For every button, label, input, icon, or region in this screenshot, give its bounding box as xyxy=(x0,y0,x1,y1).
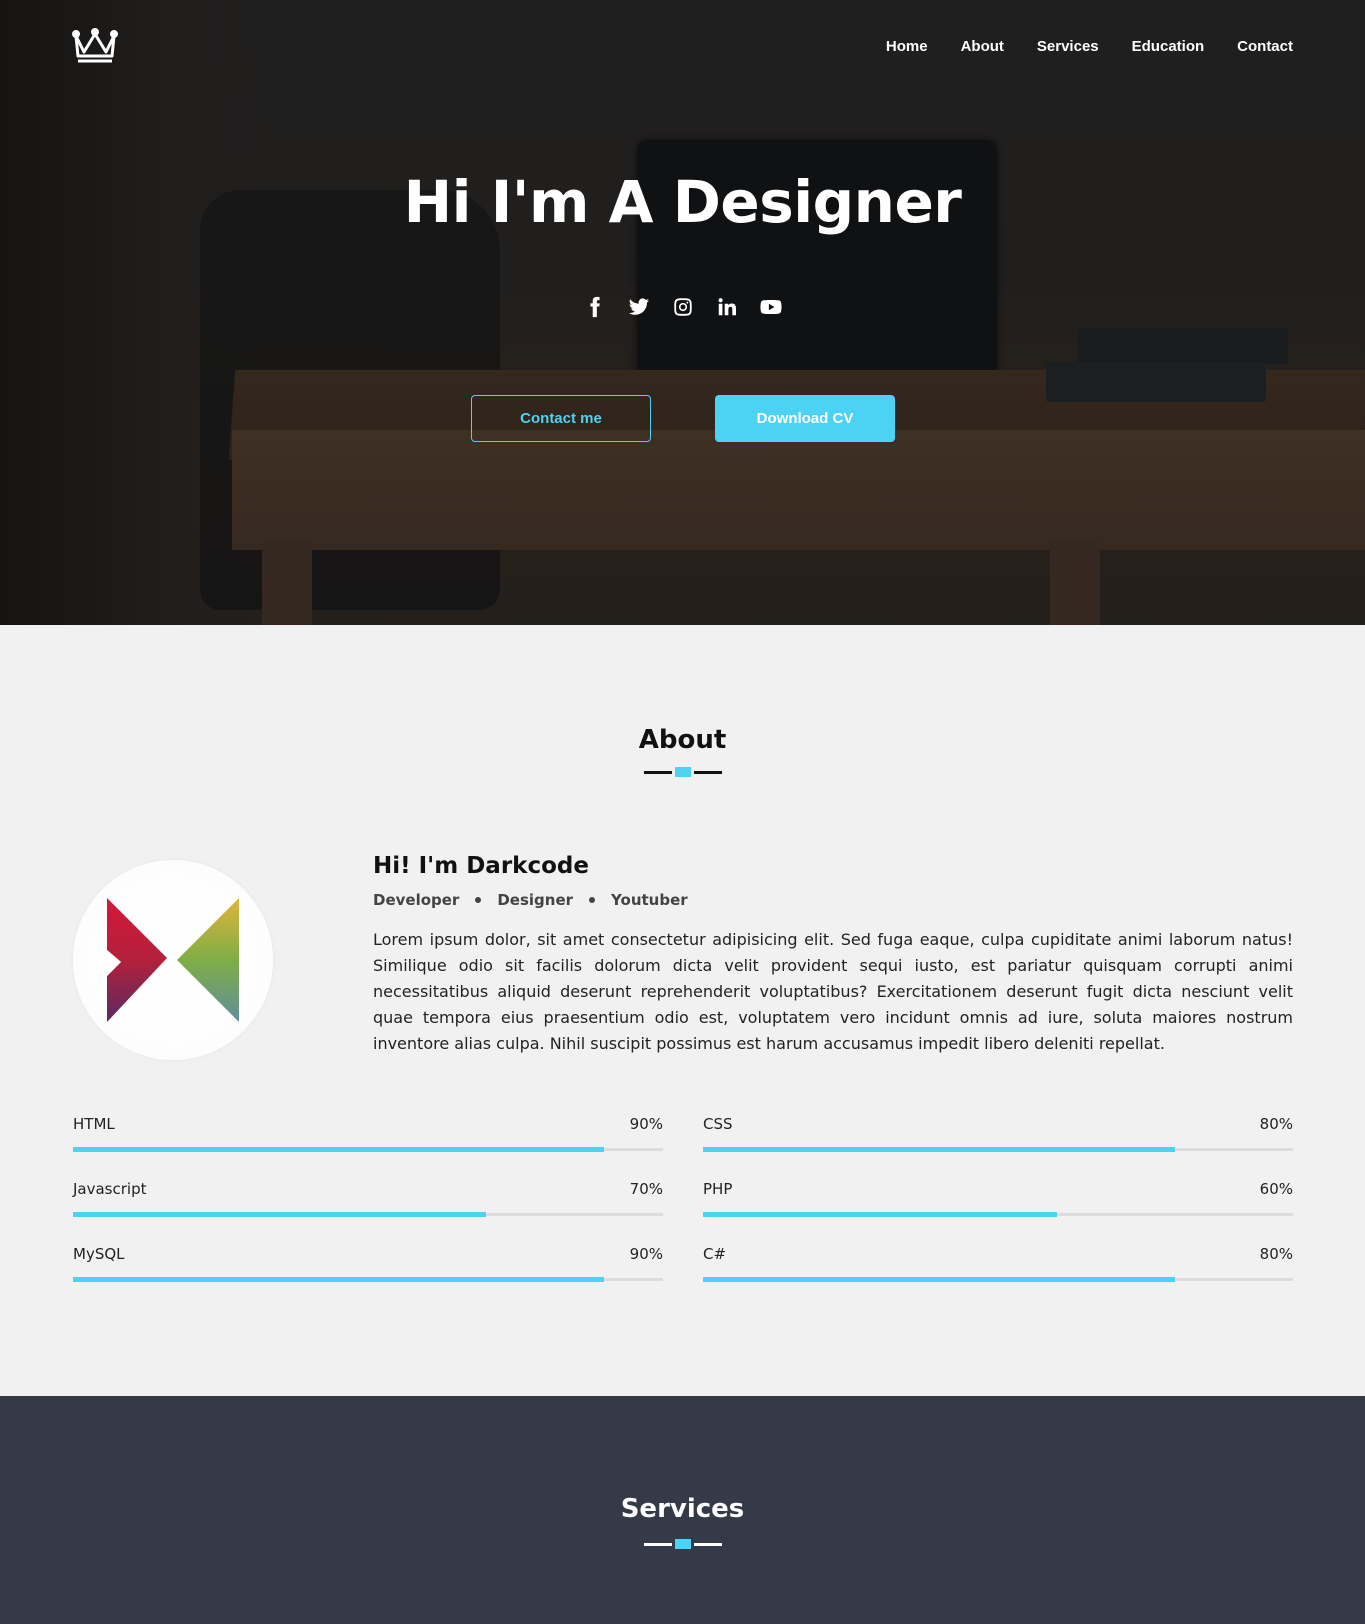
instagram-icon[interactable] xyxy=(672,296,694,318)
skill-percent: 60% xyxy=(1259,1180,1293,1198)
skill-progress-fill xyxy=(73,1212,486,1217)
about-bio: Hi! I'm Darkcode Developer Designer Yout… xyxy=(373,853,1293,1057)
skill-progress-fill xyxy=(703,1277,1175,1282)
avatar xyxy=(73,860,273,1060)
top-navbar: Home About Services Education Contact xyxy=(0,0,1365,95)
divider-accent xyxy=(674,767,691,777)
role-label: Designer xyxy=(497,891,574,909)
skill-progress-fill xyxy=(703,1212,1057,1217)
skill-item: PHP 60% xyxy=(703,1180,1293,1245)
role-separator xyxy=(589,897,596,903)
skill-progress-track xyxy=(703,1147,1293,1152)
skill-progress-track xyxy=(73,1147,663,1152)
crown-icon[interactable] xyxy=(72,28,118,64)
role-label: Youtuber xyxy=(611,891,688,909)
skill-progress-track xyxy=(73,1212,663,1217)
hero-section: Home About Services Education Contact Hi… xyxy=(0,0,1365,625)
nav-item-contact[interactable]: Contact xyxy=(1237,38,1293,55)
divider-line xyxy=(643,770,672,774)
youtube-icon[interactable] xyxy=(759,296,782,318)
role-label: Developer xyxy=(373,891,460,909)
about-roles: Developer Designer Youtuber xyxy=(373,891,1293,909)
twitter-icon[interactable] xyxy=(628,296,650,318)
skill-percent: 70% xyxy=(629,1180,663,1198)
skill-percent: 90% xyxy=(629,1245,663,1263)
skill-item: CSS 80% xyxy=(703,1115,1293,1180)
skill-item: Javascript 70% xyxy=(73,1180,663,1245)
skills-grid: HTML 90% CSS 80% Javascript 70% PHP 60% … xyxy=(73,1115,1293,1310)
services-title: Services xyxy=(620,1494,745,1524)
skill-name: CSS xyxy=(703,1115,733,1133)
divider-accent xyxy=(674,1539,691,1549)
about-name: Hi! I'm Darkcode xyxy=(373,853,589,879)
role-separator xyxy=(475,897,482,903)
facebook-icon[interactable] xyxy=(584,296,606,318)
nav-item-home[interactable]: Home xyxy=(886,38,928,55)
skill-item: HTML 90% xyxy=(73,1115,663,1180)
nav-item-about[interactable]: About xyxy=(961,38,1004,55)
divider-line xyxy=(643,1542,672,1546)
skill-name: HTML xyxy=(73,1115,115,1133)
hero-title: Hi I'm A Designer xyxy=(403,168,962,236)
about-title-divider xyxy=(0,767,1365,777)
divider-line xyxy=(693,770,722,774)
nav-item-services[interactable]: Services xyxy=(1037,38,1099,55)
skill-percent: 80% xyxy=(1259,1245,1293,1263)
divider-line xyxy=(693,1542,722,1546)
skill-progress-track xyxy=(703,1212,1293,1217)
about-description: Lorem ipsum dolor, sit amet consectetur … xyxy=(373,930,1293,1053)
skill-name: C# xyxy=(703,1245,727,1263)
skill-progress-fill xyxy=(73,1147,604,1152)
skill-progress-fill xyxy=(703,1147,1175,1152)
services-title-divider xyxy=(0,1539,1365,1549)
skill-progress-track xyxy=(73,1277,663,1282)
nav-item-education[interactable]: Education xyxy=(1132,38,1205,55)
skill-name: PHP xyxy=(703,1180,733,1198)
skill-progress-fill xyxy=(73,1277,604,1282)
skill-name: MySQL xyxy=(73,1245,125,1263)
skill-name: Javascript xyxy=(73,1180,147,1198)
skill-percent: 80% xyxy=(1259,1115,1293,1133)
services-section: Services xyxy=(0,1396,1365,1624)
linkedin-icon[interactable] xyxy=(716,296,738,318)
skill-percent: 90% xyxy=(629,1115,663,1133)
skill-progress-track xyxy=(703,1277,1293,1282)
skill-item: C# 80% xyxy=(703,1245,1293,1310)
nav-menu: Home About Services Education Contact xyxy=(886,38,1293,55)
darkcode-logo-icon xyxy=(107,898,239,1022)
download-cv-button[interactable]: Download CV xyxy=(715,395,895,442)
skill-item: MySQL 90% xyxy=(73,1245,663,1310)
contact-me-button[interactable]: Contact me xyxy=(471,395,651,442)
social-links xyxy=(0,296,1365,318)
about-title: About xyxy=(638,725,727,755)
about-section: About Hi! I'm Darkcode Developer Designe… xyxy=(0,625,1365,1396)
